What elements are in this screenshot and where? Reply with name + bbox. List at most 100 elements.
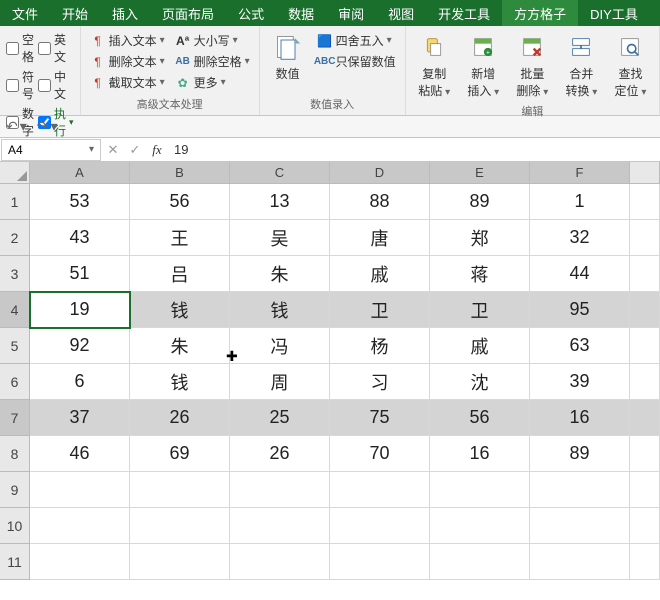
col-header-F[interactable]: F — [530, 162, 630, 184]
cell[interactable]: 卫 — [430, 292, 530, 328]
cell[interactable]: 70 — [330, 436, 430, 472]
cell[interactable] — [230, 544, 330, 580]
chk-space[interactable]: 空格 — [6, 31, 34, 65]
row-header-5[interactable]: 5 — [0, 328, 30, 364]
cell[interactable]: 63 — [530, 328, 630, 364]
cell[interactable]: 26 — [130, 400, 230, 436]
cell[interactable] — [130, 544, 230, 580]
cell[interactable]: 沈 — [430, 364, 530, 400]
row-header-3[interactable]: 3 — [0, 256, 30, 292]
tab-file[interactable]: 文件 — [0, 0, 50, 26]
cell[interactable]: 37 — [30, 400, 130, 436]
fbar-fx[interactable]: fx — [146, 142, 168, 158]
cell[interactable]: 46 — [30, 436, 130, 472]
tab-review[interactable]: 审阅 — [326, 0, 376, 26]
cell[interactable] — [530, 472, 630, 508]
cell[interactable] — [630, 400, 660, 436]
tab-fangfang[interactable]: 方方格子 — [502, 0, 578, 26]
cell[interactable]: 75 — [330, 400, 430, 436]
tab-dev[interactable]: 开发工具 — [426, 0, 502, 26]
cell[interactable] — [630, 292, 660, 328]
row-header-8[interactable]: 8 — [0, 436, 30, 472]
row-header-2[interactable]: 2 — [0, 220, 30, 256]
btn-del-space[interactable]: AB删除空格 — [172, 52, 253, 71]
tab-home[interactable]: 开始 — [50, 0, 100, 26]
cell[interactable]: 89 — [530, 436, 630, 472]
cell[interactable]: 56 — [430, 400, 530, 436]
name-box[interactable]: A4▾ — [1, 139, 101, 161]
btn-more[interactable]: ✿更多 — [172, 73, 253, 92]
btn-find-loc[interactable]: 查找定位 — [608, 29, 653, 101]
row-header-7[interactable]: 7 — [0, 400, 30, 436]
tab-formula[interactable]: 公式 — [226, 0, 276, 26]
col-header-extra[interactable] — [630, 162, 660, 184]
cell[interactable]: 郑 — [430, 220, 530, 256]
qa-undo[interactable]: ↶▾ — [6, 119, 27, 134]
btn-bulk-delete[interactable]: 批量删除 — [510, 29, 555, 101]
cell[interactable]: 53 — [30, 184, 130, 220]
cell[interactable]: 92 — [30, 328, 130, 364]
row-header-11[interactable]: 11 — [0, 544, 30, 580]
cell[interactable]: 16 — [530, 400, 630, 436]
row-header-10[interactable]: 10 — [0, 508, 30, 544]
cell[interactable]: 周 — [230, 364, 330, 400]
btn-merge-trans[interactable]: 合并转换 — [559, 29, 604, 101]
btn-truncate-text[interactable]: ¶截取文本 — [87, 73, 168, 92]
select-all-corner[interactable] — [0, 162, 30, 184]
cell[interactable]: 唐 — [330, 220, 430, 256]
cell[interactable]: 56 — [130, 184, 230, 220]
btn-round[interactable]: 🟦四舍五入 — [314, 31, 399, 50]
cell[interactable] — [430, 544, 530, 580]
cell[interactable]: 51 — [30, 256, 130, 292]
cell[interactable]: 钱 — [130, 364, 230, 400]
fbar-cancel[interactable]: ✕ — [102, 142, 124, 158]
cell[interactable]: 19 — [30, 292, 130, 328]
cell[interactable]: 王 — [130, 220, 230, 256]
cell[interactable] — [30, 472, 130, 508]
cell[interactable]: 戚 — [430, 328, 530, 364]
cell[interactable] — [630, 436, 660, 472]
cell[interactable]: 吴 — [230, 220, 330, 256]
btn-numeric[interactable]: 数值 — [266, 29, 310, 94]
cell[interactable]: 26 — [230, 436, 330, 472]
cell[interactable]: 44 — [530, 256, 630, 292]
row-header-1[interactable]: 1 — [0, 184, 30, 220]
cell[interactable]: 钱 — [130, 292, 230, 328]
cell[interactable]: 13 — [230, 184, 330, 220]
row-header-9[interactable]: 9 — [0, 472, 30, 508]
cell[interactable]: 16 — [430, 436, 530, 472]
cell[interactable] — [530, 508, 630, 544]
cell[interactable]: 蒋 — [430, 256, 530, 292]
cell[interactable] — [630, 184, 660, 220]
cell[interactable] — [130, 472, 230, 508]
fbar-confirm[interactable]: ✓ — [124, 142, 146, 158]
cell[interactable]: 朱 — [230, 256, 330, 292]
cell[interactable]: 杨 — [330, 328, 430, 364]
btn-delete-text[interactable]: ¶删除文本 — [87, 52, 168, 71]
cell[interactable] — [530, 544, 630, 580]
col-header-B[interactable]: B — [130, 162, 230, 184]
cell[interactable] — [430, 508, 530, 544]
cell[interactable]: 88 — [330, 184, 430, 220]
cell[interactable]: 冯 — [230, 328, 330, 364]
col-header-D[interactable]: D — [330, 162, 430, 184]
cell[interactable]: 43 — [30, 220, 130, 256]
cell[interactable] — [30, 544, 130, 580]
tab-insert[interactable]: 插入 — [100, 0, 150, 26]
cell[interactable] — [430, 472, 530, 508]
cell[interactable] — [330, 472, 430, 508]
cell[interactable] — [630, 508, 660, 544]
cell[interactable] — [330, 508, 430, 544]
chk-symbol[interactable]: 符号 — [6, 68, 34, 102]
cell[interactable]: 1 — [530, 184, 630, 220]
row-header-4[interactable]: 4 — [0, 292, 30, 328]
cell[interactable]: 吕 — [130, 256, 230, 292]
tab-diy[interactable]: DIY工具 — [578, 0, 650, 26]
cell[interactable] — [630, 364, 660, 400]
cell[interactable]: 69 — [130, 436, 230, 472]
cell[interactable] — [630, 544, 660, 580]
cell[interactable]: 32 — [530, 220, 630, 256]
cell[interactable]: 习 — [330, 364, 430, 400]
cell[interactable] — [630, 472, 660, 508]
col-header-E[interactable]: E — [430, 162, 530, 184]
